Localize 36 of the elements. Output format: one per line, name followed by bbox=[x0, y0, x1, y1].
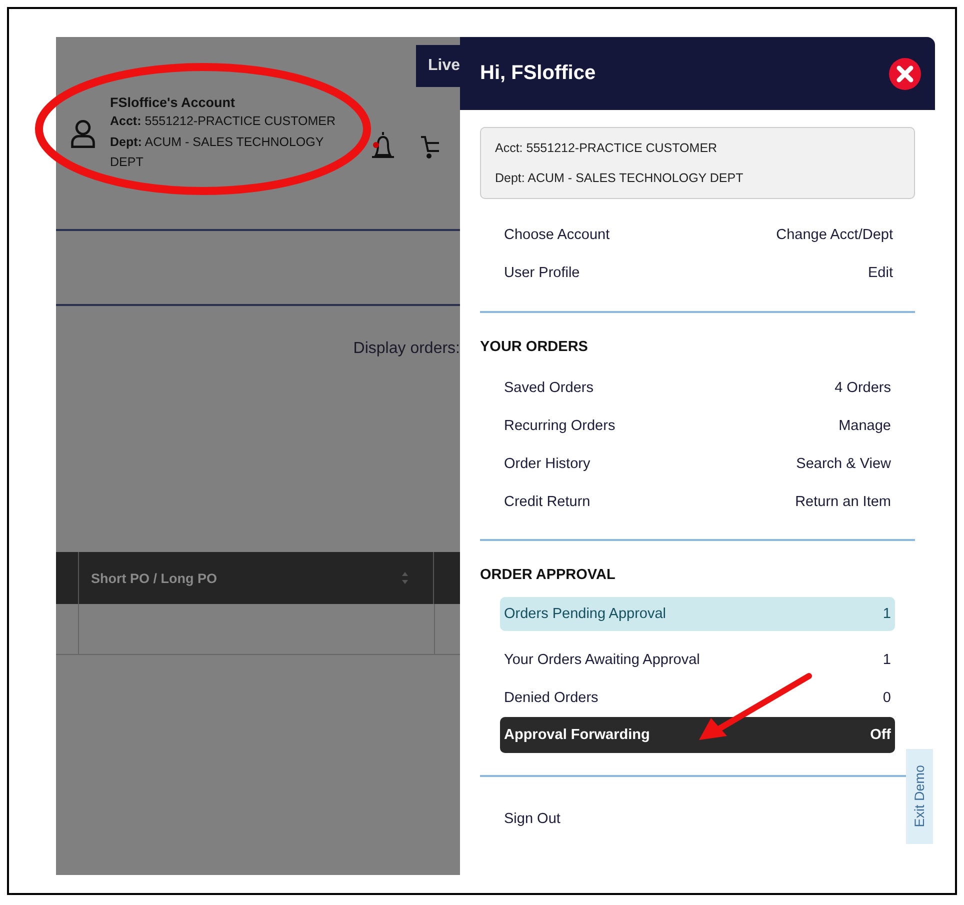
menu-item[interactable]: Approval Forwarding Off bbox=[500, 717, 895, 753]
item-value: 4 Orders bbox=[834, 380, 891, 396]
item-value: Search & View bbox=[796, 456, 891, 472]
item-label: Orders Pending Approval bbox=[504, 606, 666, 622]
menu-link[interactable]: Credit Return bbox=[504, 494, 590, 510]
sign-out-link[interactable]: Sign Out bbox=[504, 811, 560, 827]
item-value: 0 bbox=[882, 690, 891, 706]
item-value: 1 bbox=[882, 652, 891, 668]
menu-link[interactable]: Choose Account bbox=[504, 227, 610, 243]
item-value: Manage bbox=[838, 418, 891, 434]
menu-link[interactable]: User Profile bbox=[504, 265, 580, 281]
menu-item[interactable]: Orders Pending Approval 1 bbox=[500, 597, 895, 631]
menu-link[interactable]: Your Orders Awaiting Approval bbox=[504, 652, 700, 668]
menu-link[interactable]: Saved Orders bbox=[504, 380, 594, 396]
account-info-line: Acct: 5551212-PRACTICE CUSTOMER bbox=[495, 141, 718, 155]
menu-link[interactable]: Denied Orders bbox=[504, 690, 598, 706]
department: Dept: ACUM - SALES TECHNOLOGY DEPT bbox=[110, 134, 324, 171]
section-heading: YOUR ORDERS bbox=[480, 339, 589, 355]
account-info-line: Dept: ACUM - SALES TECHNOLOGY DEPT bbox=[495, 171, 744, 185]
menu-action[interactable]: Change Acct/Dept bbox=[776, 227, 893, 243]
item-label: Approval Forwarding bbox=[504, 727, 650, 743]
menu-link[interactable]: Order History bbox=[504, 456, 590, 472]
user-icon bbox=[70, 118, 96, 148]
item-value: Return an Item bbox=[795, 494, 891, 510]
item-value: Off bbox=[870, 727, 891, 743]
exit-demo-tab[interactable]: Exit Demo bbox=[906, 749, 933, 844]
item-value: 1 bbox=[882, 606, 891, 622]
live-tab[interactable]: Live bbox=[416, 45, 460, 87]
menu-link[interactable]: Recurring Orders bbox=[504, 418, 616, 434]
close-icon[interactable] bbox=[888, 56, 922, 90]
account-number: Acct: 5551212-PRACTICE CUSTOMER bbox=[110, 113, 337, 130]
display-orders-label: Display orders: bbox=[353, 340, 460, 358]
account-title: FSloffice's Account bbox=[110, 95, 236, 110]
menu-action[interactable]: Edit bbox=[868, 265, 893, 281]
panel-title: Hi, FSloffice bbox=[480, 62, 596, 85]
section-heading: ORDER APPROVAL bbox=[480, 567, 616, 583]
